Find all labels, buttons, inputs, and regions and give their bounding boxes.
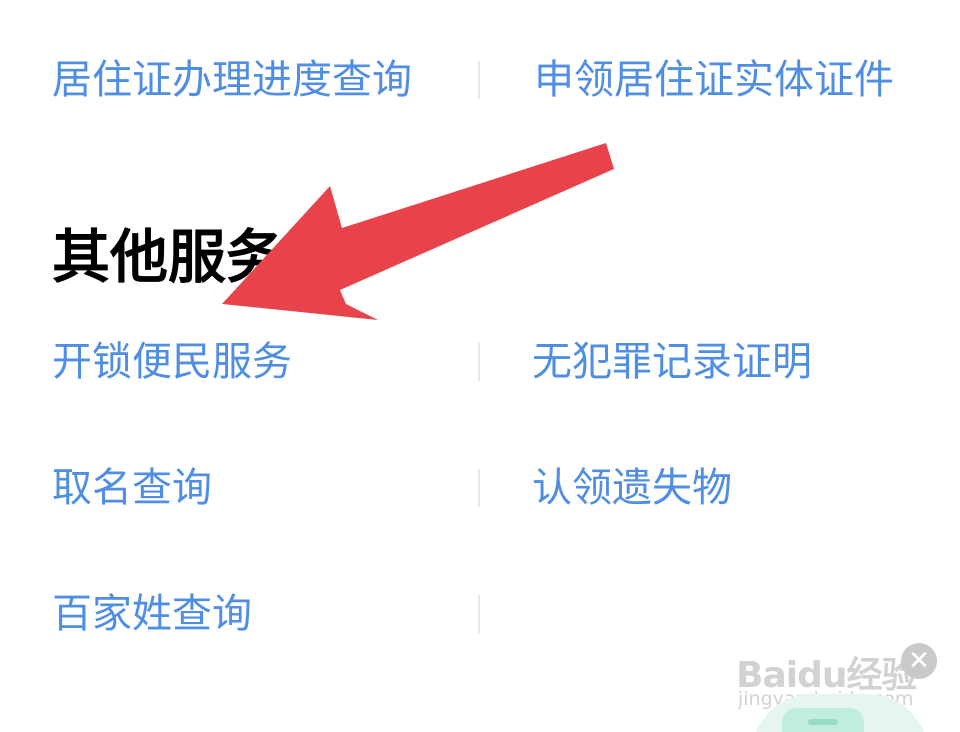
column-divider <box>478 595 480 633</box>
link-name-query[interactable]: 取名查询 <box>52 464 212 512</box>
column-divider <box>478 469 480 507</box>
link-surname-query[interactable]: 百家姓查询 <box>52 590 252 638</box>
column-divider <box>478 61 480 99</box>
link-claim-lost-items[interactable]: 认领遗失物 <box>532 464 732 512</box>
link-residence-permit-card[interactable]: 申领居住证实体证件 <box>534 56 894 104</box>
assistant-icon <box>782 708 864 732</box>
section-title: 其他服务 <box>52 223 285 291</box>
link-residence-permit-progress[interactable]: 居住证办理进度查询 <box>52 56 412 104</box>
link-no-criminal-record[interactable]: 无犯罪记录证明 <box>532 338 812 386</box>
assistant-icon-bar <box>808 719 838 725</box>
link-unlock-service[interactable]: 开锁便民服务 <box>52 338 292 386</box>
column-divider <box>478 343 480 381</box>
service-page: 居住证办理进度查询 申领居住证实体证件 其他服务 开锁便民服务 无犯罪记录证明 … <box>0 0 960 732</box>
close-icon[interactable]: ✕ <box>901 643 937 679</box>
